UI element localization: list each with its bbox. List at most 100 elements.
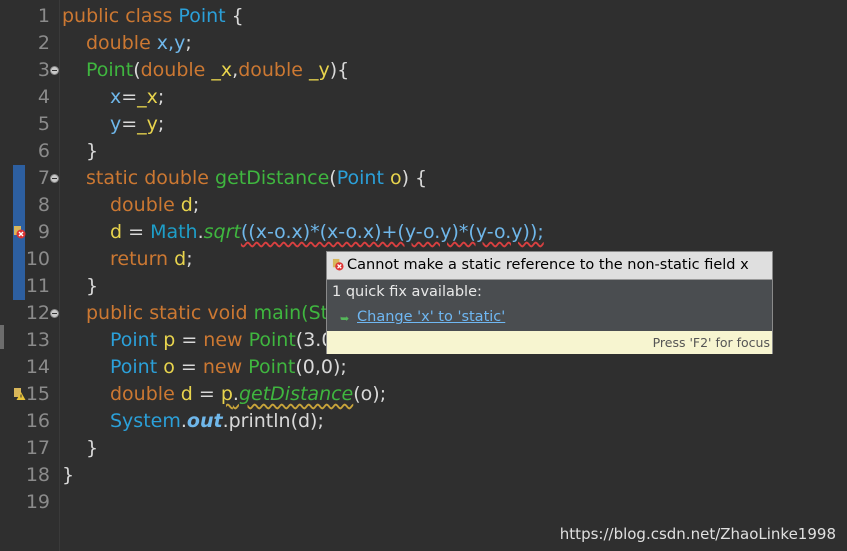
line-number: 2 bbox=[37, 32, 50, 54]
punctuation: (St bbox=[301, 302, 329, 324]
code-line-11: } bbox=[86, 273, 98, 300]
class-name: Point bbox=[178, 5, 226, 27]
fix-count-label: 1 quick fix available: bbox=[332, 284, 482, 300]
parameter: _y bbox=[137, 113, 158, 135]
static-method-name: sqrt bbox=[203, 221, 241, 243]
constructor-name: Point bbox=[86, 59, 134, 81]
error-message: Cannot make a static reference to the no… bbox=[347, 257, 749, 273]
class-name: System bbox=[110, 410, 181, 432]
line-number: 8 bbox=[37, 194, 50, 216]
punctuation: ; bbox=[157, 113, 165, 135]
punctuation: } bbox=[86, 437, 99, 459]
punctuation: { bbox=[225, 5, 244, 27]
line-number: 5 bbox=[37, 113, 50, 135]
line-number: 16 bbox=[25, 410, 50, 432]
watermark: https://blog.csdn.net/ZhaoLinke1998 bbox=[559, 525, 836, 543]
code-line-10: return d; bbox=[110, 246, 193, 273]
class-name: Math bbox=[150, 221, 198, 243]
operator: = bbox=[121, 113, 138, 135]
code-line-3: Point(double _x,double _y){ bbox=[86, 57, 349, 84]
code-line-4: x=_x; bbox=[110, 84, 164, 111]
type-name: Point bbox=[110, 329, 158, 351]
parameter: o bbox=[389, 167, 402, 189]
method-call: .println(d); bbox=[222, 410, 324, 432]
line-number-gutter: 1 2 3 4 5 6 7 8 9 10 11 12 13 14 15 16 1… bbox=[0, 0, 60, 551]
keyword: double bbox=[140, 59, 212, 81]
code-line-5: y=_y; bbox=[110, 111, 164, 138]
popup-body: 1 quick fix available: ➥ Change 'x' to '… bbox=[327, 280, 772, 331]
constructor-call: Point bbox=[248, 329, 296, 351]
popup-error-header: Cannot make a static reference to the no… bbox=[327, 252, 772, 280]
punctuation: ( bbox=[133, 59, 141, 81]
line-number: 12 bbox=[25, 302, 50, 324]
error-x-icon[interactable] bbox=[13, 225, 26, 239]
window-edge bbox=[0, 325, 4, 349]
popup-footer: Press 'F2' for focus bbox=[327, 331, 772, 354]
static-field: out bbox=[186, 410, 223, 432]
line-number: 14 bbox=[25, 356, 50, 378]
fix-arrow-icon: ➥ bbox=[340, 312, 350, 325]
object-ref: p bbox=[220, 383, 233, 405]
keyword: new bbox=[202, 356, 249, 378]
line-number: 3 bbox=[37, 59, 50, 81]
local-variable: d bbox=[180, 383, 193, 405]
keyword: double bbox=[238, 59, 309, 81]
collapse-icon[interactable] bbox=[50, 309, 59, 318]
code-line-8: double d; bbox=[110, 192, 199, 219]
operator: = bbox=[175, 329, 204, 351]
error-expression[interactable]: ((x-o.x)*(x-o.x)+(y-o.y)*(y-o.y)); bbox=[241, 221, 544, 243]
code-line-17: } bbox=[86, 435, 98, 462]
punctuation: ){ bbox=[329, 59, 350, 81]
punctuation: } bbox=[86, 140, 99, 162]
code-line-7: static double getDistance(Point o) { bbox=[86, 165, 427, 192]
operator: = bbox=[121, 86, 138, 108]
type-name: Point bbox=[110, 356, 158, 378]
local-variable: d bbox=[110, 221, 123, 243]
punctuation: ; bbox=[192, 194, 200, 216]
keyword: public class bbox=[62, 5, 179, 27]
punctuation: ) { bbox=[401, 167, 428, 189]
quickfix-popup[interactable]: Cannot make a static reference to the no… bbox=[326, 251, 773, 354]
static-method-call[interactable]: getDistance bbox=[239, 383, 353, 405]
punctuation: (o); bbox=[353, 383, 387, 405]
line-number: 11 bbox=[25, 275, 50, 297]
collapse-icon[interactable] bbox=[50, 174, 59, 183]
punctuation: ; bbox=[185, 32, 192, 54]
line-number: 6 bbox=[37, 140, 50, 162]
line-number: 19 bbox=[25, 491, 50, 513]
code-line-18: } bbox=[62, 462, 74, 489]
line-number: 17 bbox=[25, 437, 50, 459]
quickfix-link[interactable]: Change 'x' to 'static' bbox=[357, 309, 505, 325]
local-variable: o bbox=[157, 356, 175, 378]
punctuation: } bbox=[86, 275, 99, 297]
type-name: Point bbox=[336, 167, 384, 189]
field-ref: x bbox=[110, 86, 122, 108]
punctuation: ; bbox=[186, 248, 193, 270]
code-line-6: } bbox=[86, 138, 98, 165]
punctuation: ; bbox=[157, 86, 165, 108]
keyword: return bbox=[110, 248, 175, 270]
keyword: static double bbox=[86, 167, 216, 189]
code-line-1: public class Point { bbox=[62, 3, 244, 30]
parameter: _y bbox=[309, 59, 330, 81]
operator: = bbox=[192, 383, 221, 405]
error-x-icon bbox=[332, 258, 344, 271]
collapse-icon[interactable] bbox=[50, 66, 59, 75]
local-variable: d bbox=[180, 194, 193, 216]
keyword: public static void bbox=[86, 302, 254, 324]
field-names: x,y bbox=[156, 32, 186, 54]
punctuation: (0,0); bbox=[295, 356, 347, 378]
code-line-14: Point o = new Point(0,0); bbox=[110, 354, 347, 381]
line-number: 1 bbox=[37, 5, 50, 27]
warning-icon[interactable] bbox=[13, 387, 26, 401]
line-number: 18 bbox=[25, 464, 50, 486]
method-name: main bbox=[253, 302, 302, 324]
keyword: double bbox=[110, 194, 181, 216]
operator: = bbox=[174, 356, 203, 378]
punctuation: } bbox=[62, 464, 75, 486]
method-name: getDistance bbox=[215, 167, 330, 189]
operator: = bbox=[122, 221, 151, 243]
line-number: 10 bbox=[25, 248, 50, 270]
parameter: _x bbox=[211, 59, 233, 81]
code-line-12: public static void main(St bbox=[86, 300, 328, 327]
